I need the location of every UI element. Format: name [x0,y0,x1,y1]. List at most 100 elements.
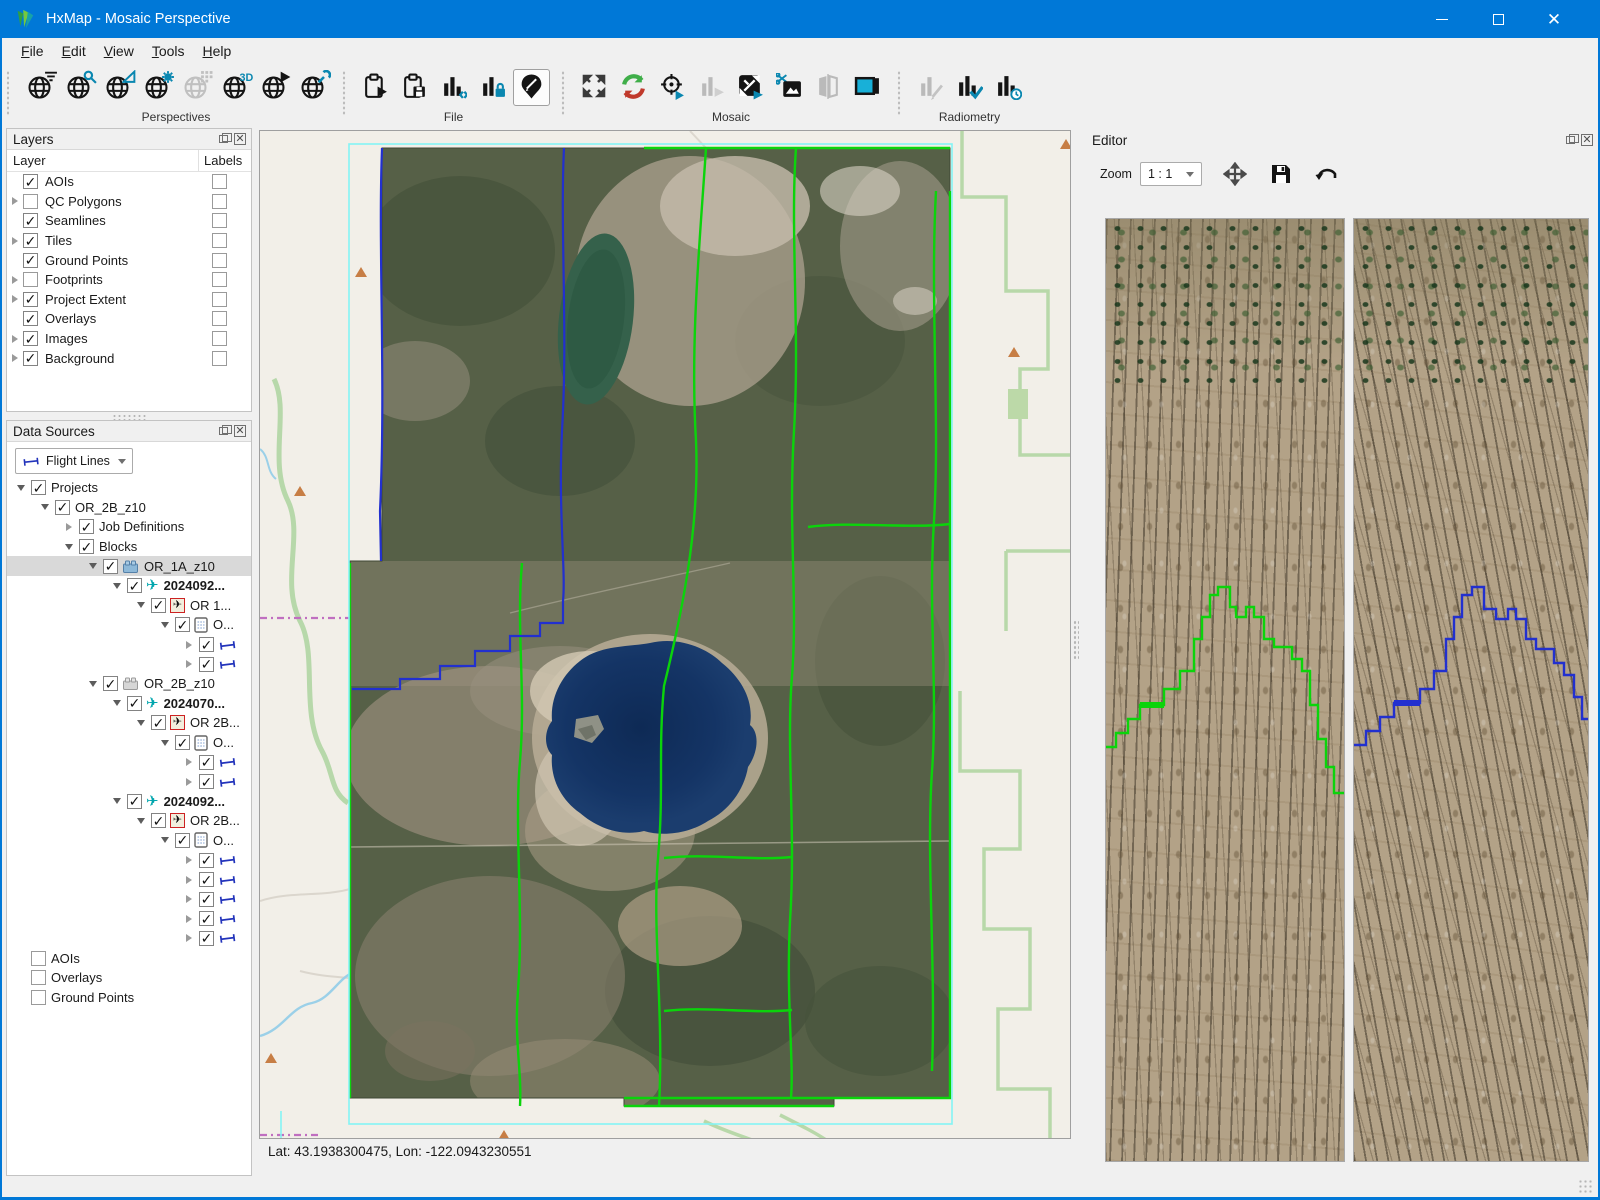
checkbox[interactable]: ✓ [23,331,38,346]
tree-row-flight-line[interactable]: ✓ [7,929,251,949]
tree-row-or-2b[interactable]: ✓✈OR 2B... [7,713,251,733]
expand-arrow-icon[interactable] [7,276,23,284]
layer-row-ground-points[interactable]: ✓Ground Points✓ [7,250,251,270]
tree-row-2024092[interactable]: ✓✈2024092... [7,576,251,596]
checkbox[interactable]: ✓ [23,253,38,268]
data-source-type-select[interactable]: Flight Lines [15,448,133,474]
labels-checkbox[interactable]: ✓ [212,194,227,209]
checkbox[interactable]: ✓ [103,676,118,691]
collapse-arrow-icon[interactable] [13,485,29,491]
checkbox[interactable]: ✓ [31,951,46,966]
collapse-arrow-icon[interactable] [85,563,101,569]
minimize-button[interactable] [1414,0,1470,38]
labels-checkbox[interactable]: ✓ [212,272,227,287]
histogram-transfer-button[interactable] [435,69,472,106]
layer-row-background[interactable]: ✓Background✓ [7,348,251,368]
layer-row-qc-polygons[interactable]: ✓QC Polygons✓ [7,192,251,212]
collapse-arrow-icon[interactable] [157,740,173,746]
labels-checkbox[interactable]: ✓ [212,351,227,366]
radiometry-history-button[interactable] [990,69,1027,106]
tree-row-blocks[interactable]: ✓Blocks [7,537,251,557]
tree-row-projects[interactable]: ✓Projects [7,478,251,498]
tree-row-flight-line[interactable]: ✓ [7,850,251,870]
tree-row-or-1[interactable]: ✓✈OR 1... [7,596,251,616]
radiometry-edit-button[interactable] [912,69,949,106]
pan-tool-button[interactable] [1222,161,1248,187]
layer-row-tiles[interactable]: ✓Tiles✓ [7,231,251,251]
editor-image-left[interactable] [1105,218,1345,1162]
perspective-settings-button[interactable] [138,69,175,106]
checkbox[interactable]: ✓ [199,657,214,672]
overlay-view-button[interactable] [849,69,886,106]
expand-arrow-icon[interactable] [181,876,197,884]
checkbox[interactable]: ✓ [23,174,38,189]
checkbox[interactable]: ✓ [31,480,46,495]
checkbox[interactable]: ✓ [23,351,38,366]
data-sources-float-button[interactable] [216,425,230,438]
tree-row-aois[interactable]: ✓AOIs [7,948,251,968]
expand-arrow-icon[interactable] [181,895,197,903]
collapse-arrow-icon[interactable] [109,583,125,589]
checkbox[interactable]: ✓ [127,794,142,809]
perspective-triangulation-button[interactable] [99,69,136,106]
labels-checkbox[interactable]: ✓ [212,292,227,307]
collapse-arrow-icon[interactable] [157,622,173,628]
histogram-lock-button[interactable] [474,69,511,106]
menu-help[interactable]: Help [194,40,241,62]
seamline-editor-button[interactable] [513,69,550,106]
editor-float-button[interactable] [1563,134,1577,147]
refresh-mosaic-button[interactable] [615,69,652,106]
editor-image-right[interactable] [1353,218,1589,1162]
layers-close-button[interactable]: ✕ [233,133,247,146]
labels-checkbox[interactable]: ✓ [212,253,227,268]
checkbox[interactable]: ✓ [23,292,38,307]
data-sources-close-button[interactable]: ✕ [233,425,247,438]
checkbox[interactable]: ✓ [103,559,118,574]
checkbox[interactable]: ✓ [79,519,94,534]
expand-arrow-icon[interactable] [181,660,197,668]
checkbox[interactable]: ✓ [199,931,214,946]
perspective-overview-button[interactable] [21,69,58,106]
run-histogram-button[interactable] [693,69,730,106]
checkbox[interactable]: ✓ [31,990,46,1005]
layer-row-project-extent[interactable]: ✓Project Extent✓ [7,290,251,310]
collapse-arrow-icon[interactable] [109,798,125,804]
tree-row-or-2b[interactable]: ✓✈OR 2B... [7,811,251,831]
layer-row-aois[interactable]: ✓AOIs✓ [7,172,251,192]
crop-images-button[interactable] [771,69,808,106]
expand-arrow-icon[interactable] [181,758,197,766]
checkbox[interactable]: ✓ [151,598,166,613]
checkbox[interactable]: ✓ [175,617,190,632]
tree-row-flight-line[interactable]: ✓ [7,772,251,792]
checkbox[interactable]: ✓ [175,833,190,848]
checkbox[interactable]: ✓ [23,272,38,287]
tree-row-flight-line[interactable]: ✓ [7,752,251,772]
checkbox[interactable]: ✓ [127,578,142,593]
collapse-arrow-icon[interactable] [109,700,125,706]
tree-row-flight-line[interactable]: ✓ [7,654,251,674]
expand-arrow-icon[interactable] [181,778,197,786]
expand-arrow-icon[interactable] [7,354,23,362]
compare-views-button[interactable] [810,69,847,106]
collapse-arrow-icon[interactable] [133,602,149,608]
labels-checkbox[interactable]: ✓ [212,331,227,346]
toolbar-drag-handle[interactable] [4,70,12,116]
tree-row-flight-line[interactable]: ✓ [7,909,251,929]
zoom-ratio-select[interactable]: 1 : 1 [1140,162,1202,186]
labels-checkbox[interactable]: ✓ [212,311,227,326]
run-tiles-button[interactable] [732,69,769,106]
expand-arrow-icon[interactable] [181,915,197,923]
tree-row-flight-line[interactable]: ✓ [7,635,251,655]
checkbox[interactable]: ✓ [199,892,214,907]
undo-button[interactable] [1314,161,1340,187]
checkbox[interactable]: ✓ [31,970,46,985]
tree-row-2024092[interactable]: ✓✈2024092... [7,792,251,812]
checkbox[interactable]: ✓ [199,774,214,789]
perspective-processing-button[interactable] [255,69,292,106]
close-button[interactable]: ✕ [1526,0,1582,38]
layer-row-footprints[interactable]: ✓Footprints✓ [7,270,251,290]
window-resize-grip[interactable] [1578,1179,1592,1193]
collapse-arrow-icon[interactable] [61,544,77,550]
radiometry-apply-button[interactable] [951,69,988,106]
expand-arrow-icon[interactable] [7,197,23,205]
